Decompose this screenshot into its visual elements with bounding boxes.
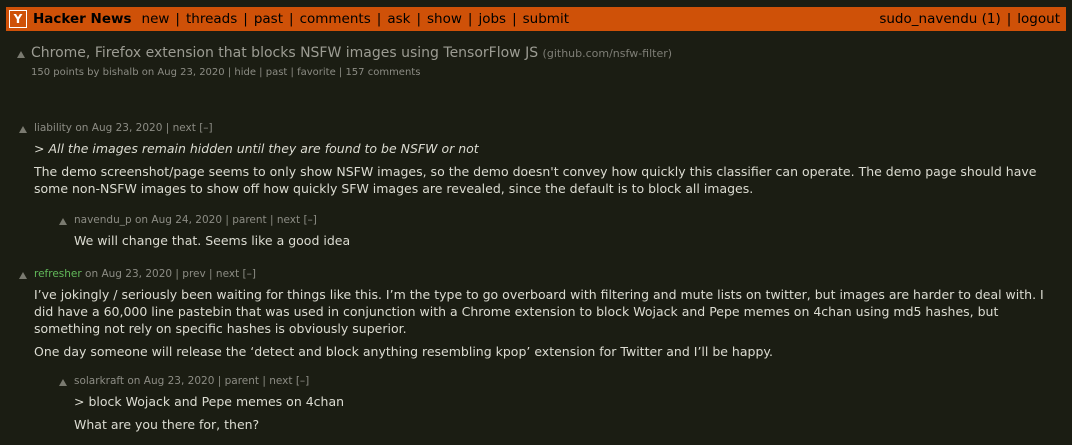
story-site-link[interactable]: (github.com/nsfw-filter) [543, 47, 673, 60]
story-links[interactable]: | hide | past | favorite | 157 comments [228, 67, 421, 78]
comment-time-link[interactable]: on Aug 23, 2020 [127, 375, 214, 387]
comment-body: > All the images remain hidden until the… [34, 140, 1064, 197]
upvote-icon[interactable] [17, 51, 25, 58]
comment-nav-links[interactable]: | next [–] [166, 122, 213, 134]
nav-separator: | [243, 11, 248, 27]
comment-header: refresher on Aug 23, 2020 | prev | next … [34, 268, 256, 280]
upvote-icon[interactable] [59, 379, 67, 386]
nav-past[interactable]: past [254, 11, 283, 27]
user-link[interactable]: sudo_navendu (1) [879, 11, 1000, 27]
comment-text: What are you there for, then? [74, 417, 260, 432]
nav-separator: | [512, 11, 517, 27]
nav-new[interactable]: new [142, 11, 170, 27]
upvote-icon[interactable] [19, 272, 27, 279]
comment-time-link[interactable]: on Aug 24, 2020 [135, 214, 222, 226]
nav-submit[interactable]: submit [523, 11, 569, 27]
logout-link[interactable]: logout [1017, 11, 1060, 27]
comment-body: I’ve jokingly / seriously been waiting f… [34, 286, 1064, 360]
comment-nav-links[interactable]: | prev | next [–] [175, 268, 256, 280]
upvote-icon[interactable] [19, 126, 27, 133]
nav-ask[interactable]: ask [387, 11, 410, 27]
comment-body: We will change that. Seems like a good i… [74, 232, 1064, 249]
story-by-label: by [87, 67, 100, 78]
story-points: 150 points [31, 67, 84, 78]
comment-text: I’ve jokingly / seriously been waiting f… [34, 287, 1044, 336]
comment-body: > block Wojack and Pepe memes on 4chan W… [74, 393, 1064, 433]
nav-separator: | [175, 11, 180, 27]
main-nav: new | threads | past | comments | ask | show | jobs |… [142, 11, 569, 27]
comment-time-link[interactable]: on Aug 23, 2020 [85, 268, 172, 280]
comment-time-link[interactable]: on Aug 23, 2020 [75, 122, 162, 134]
site-name-link[interactable]: Hacker News [33, 11, 132, 27]
nav-separator: | [416, 11, 421, 27]
story-on-label: on [141, 67, 155, 78]
comment-header: navendu_p on Aug 24, 2020 | parent | nex… [74, 214, 317, 226]
comment-nav-links[interactable]: | parent | next [–] [218, 375, 310, 387]
comment-text: We will change that. Seems like a good i… [74, 233, 351, 248]
user-nav: sudo_navendu (1) | logout [879, 11, 1060, 27]
comment-user-link[interactable]: navendu_p [74, 214, 132, 226]
top-bar: Y Hacker News new | threads | past | comments |… [6, 7, 1066, 31]
comment-quote: > All the images remain hidden until the… [34, 141, 479, 156]
comment-quote: > block Wojack and Pepe memes on 4chan [74, 394, 345, 409]
comment-user-link[interactable]: refresher [34, 268, 82, 280]
comment-user-link[interactable]: solarkraft [74, 375, 124, 387]
nav-separator: | [376, 11, 382, 27]
nav-show[interactable]: show [427, 11, 462, 27]
story-title-link[interactable]: Chrome, Firefox extension that blocks NS… [31, 45, 538, 61]
nav-separator: | [467, 11, 473, 27]
comment-text: One day someone will release the ‘detect… [34, 344, 773, 359]
comment-user-link[interactable]: liability [34, 122, 72, 134]
comment-nav-links[interactable]: | parent | next [–] [225, 214, 317, 226]
page-frame: Y Hacker News new | threads | past | comments |… [0, 0, 1072, 445]
hn-logo-icon[interactable]: Y [9, 10, 27, 28]
nav-separator: | [289, 11, 294, 27]
story-time-link[interactable]: Aug 23, 2020 [157, 67, 224, 78]
comment-text: The demo screenshot/page seems to only s… [34, 164, 1037, 196]
nav-separator: | [1006, 11, 1012, 27]
comment-header: solarkraft on Aug 23, 2020 | parent | ne… [74, 375, 309, 387]
story-subtext: 150 points by bishalb on Aug 23, 2020 | … [31, 67, 420, 78]
comment-header: liability on Aug 23, 2020 | next [–] [34, 122, 213, 134]
nav-jobs[interactable]: jobs [478, 11, 506, 27]
upvote-icon[interactable] [59, 218, 67, 225]
nav-threads[interactable]: threads [186, 11, 237, 27]
nav-comments[interactable]: comments [300, 11, 371, 27]
story-author-link[interactable]: bishalb [103, 67, 139, 78]
